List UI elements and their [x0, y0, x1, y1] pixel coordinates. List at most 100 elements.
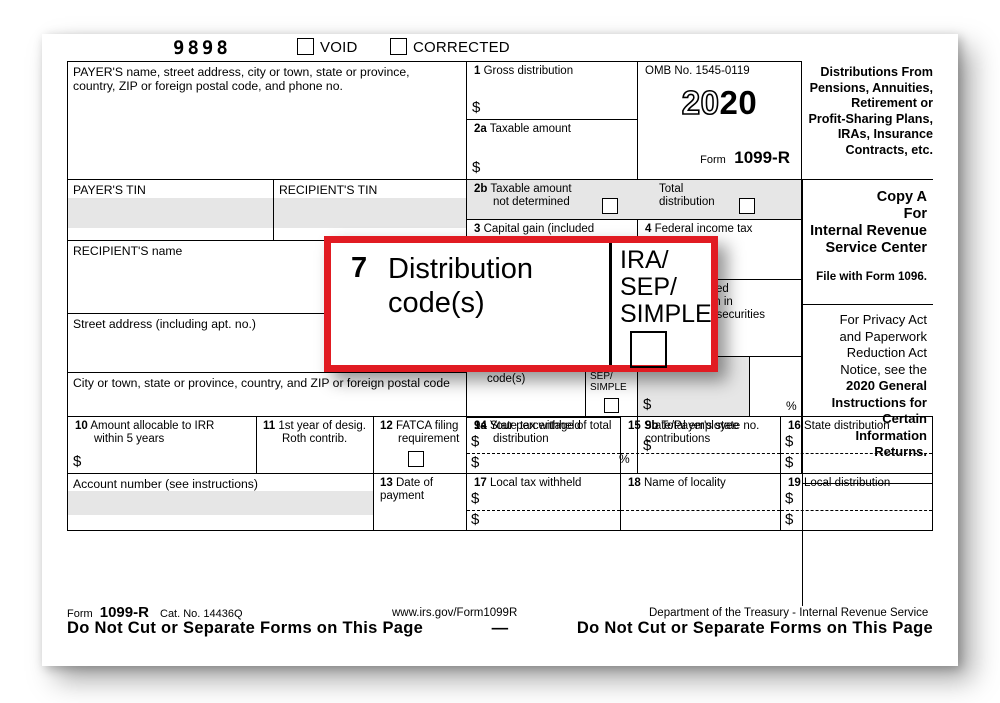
box-18-divider — [621, 510, 780, 511]
privacy-l3: Reduction Act — [846, 345, 927, 360]
taxable-not-determined-checkbox[interactable] — [602, 198, 618, 214]
file-with-1096: File with Form 1096. — [816, 270, 927, 283]
callout-ira-checkbox[interactable] — [630, 331, 667, 368]
payer-name-box[interactable]: PAYER'S name, street address, city or to… — [67, 61, 467, 180]
box-14-dollar-1: $ — [471, 433, 480, 450]
payer-tin-shade — [68, 198, 273, 228]
box-2b[interactable]: 2b Taxable amount not determined Total d… — [466, 179, 802, 220]
box-19-dollar-1: $ — [785, 490, 794, 507]
box-8-divider — [749, 357, 751, 416]
form-number-group: Form 1099-R — [700, 148, 790, 167]
ira-sep-simple-checkbox[interactable] — [604, 398, 619, 413]
corrected-label: CORRECTED — [413, 39, 510, 56]
box-1-dollar: $ — [472, 99, 481, 116]
recipient-tin-label: RECIPIENT'S TIN — [279, 183, 378, 197]
control-number: 9898 — [173, 37, 231, 59]
void-checkbox[interactable] — [297, 38, 314, 55]
box-16-dollar-1: $ — [785, 433, 794, 450]
box-16-dollar-2: $ — [785, 454, 794, 471]
form-title-block: Distributions From Pensions, Annuities, … — [802, 61, 933, 180]
callout-ira-label: IRA/ SEP/ SIMPLE — [620, 246, 712, 328]
right-column-tail — [802, 483, 933, 606]
box-10[interactable]: 10 Amount allocable to IRR within 5 year… — [67, 416, 257, 474]
tax-year: 2020 — [681, 83, 758, 122]
account-number-shade — [68, 491, 373, 515]
box-8-dollar: $ — [643, 396, 652, 413]
form-header-strip: 9898 VOID CORRECTED — [42, 34, 958, 61]
do-not-cut-line: Do Not Cut or Separate Forms on This Pag… — [67, 619, 933, 638]
omb-number: OMB No. 1545-0119 — [645, 65, 750, 77]
box-13[interactable]: 13 Date of payment — [373, 473, 467, 531]
privacy-b3: Certain — [882, 411, 927, 426]
privacy-b1: 2020 General — [846, 378, 927, 393]
recipient-tin-shade — [274, 198, 466, 228]
copy-a-irs1: Internal Revenue — [810, 223, 927, 239]
privacy-l4: Notice, see the — [840, 361, 927, 377]
total-distribution-label: Total distribution — [659, 183, 715, 208]
box-11-label: 11 1st year of desig. Roth contrib. — [263, 420, 366, 445]
account-number-label: Account number (see instructions) — [73, 477, 258, 491]
privacy-b5: Returns. — [874, 444, 927, 459]
payer-tin-box[interactable]: PAYER'S TIN — [67, 179, 274, 241]
payer-tin-label: PAYER'S TIN — [73, 183, 146, 197]
privacy-b2: Instructions for — [831, 394, 927, 410]
box-2b-label: 2b Taxable amount not determined — [474, 183, 572, 208]
box-17[interactable]: 17 Local tax withheld $ $ — [466, 473, 621, 531]
box-12-label: 12 FATCA filing requirement — [380, 420, 460, 445]
box-12[interactable]: 12 FATCA filing requirement — [373, 416, 467, 474]
copy-a-block: Copy A For Internal Revenue Service Cent… — [802, 179, 933, 305]
city-state-zip-box[interactable]: City or town, state or province, country… — [67, 372, 467, 417]
box-14-divider — [467, 453, 620, 454]
do-not-cut-left: Do Not Cut or Separate Forms on This Pag… — [67, 619, 424, 637]
callout-box-label: Distribution code(s) — [388, 253, 534, 319]
box-13-label: 13 Date of payment — [380, 477, 434, 502]
callout-box-number: 7 — [351, 252, 368, 284]
box-2a-dollar: $ — [472, 159, 481, 176]
box-15-divider — [621, 453, 780, 454]
box-19-dollar-2: $ — [785, 511, 794, 528]
city-state-zip-label: City or town, state or province, country… — [73, 376, 450, 390]
box-14-dollar-2: $ — [471, 454, 480, 471]
omb-year-box: OMB No. 1545-0119 2020 Form 1099-R — [637, 61, 802, 180]
box-15[interactable]: 15 State/Payer's state no. — [620, 416, 781, 474]
do-not-cut-right: Do Not Cut or Separate Forms on This Pag… — [576, 619, 933, 637]
form-title-lines: Distributions From Pensions, Annuities, … — [808, 65, 933, 157]
corrected-checkbox[interactable] — [390, 38, 407, 55]
box-1[interactable]: 1 Gross distribution $ — [466, 61, 638, 120]
box-17-label: 17 Local tax withheld — [474, 477, 582, 489]
copy-a-for: For — [903, 206, 927, 222]
privacy-l1: For Privacy Act — [839, 312, 927, 327]
box-1-label: 1 Gross distribution — [474, 65, 574, 77]
corrected-checkbox-group[interactable]: CORRECTED — [390, 38, 510, 56]
account-number-box[interactable]: Account number (see instructions) — [67, 473, 374, 531]
box-7-magnifier-callout: 7 Distribution code(s) IRA/ SEP/ SIMPLE — [324, 236, 718, 372]
footer-dept: Department of the Treasury - Internal Re… — [649, 607, 929, 619]
box-14-label: 14 State tax withheld — [474, 420, 581, 432]
footer-url[interactable]: www.irs.gov/Form1099R — [392, 607, 517, 619]
box-2a-label: 2a Taxable amount — [474, 123, 571, 135]
box-18[interactable]: 18 Name of locality — [620, 473, 781, 531]
box-11[interactable]: 11 1st year of desig. Roth contrib. — [256, 416, 374, 474]
box-2a[interactable]: 2a Taxable amount $ — [466, 119, 638, 180]
box-17-dollar-1: $ — [471, 490, 480, 507]
void-checkbox-group[interactable]: VOID — [297, 38, 357, 56]
callout-box-7-panel: 7 Distribution code(s) — [331, 243, 612, 365]
fatca-checkbox[interactable] — [408, 451, 424, 467]
box-15-label: 15 State/Payer's state no. — [628, 420, 760, 432]
do-not-cut-dash: — — [491, 619, 509, 637]
void-label: VOID — [320, 39, 358, 56]
copy-a-irs2: Service Center — [825, 240, 927, 256]
box-14[interactable]: 14 State tax withheld $ $ — [466, 416, 621, 474]
box-17-divider — [467, 510, 620, 511]
privacy-l2: and Paperwork — [839, 328, 927, 344]
box-10-label: 10 Amount allocable to IRR within 5 year… — [75, 420, 215, 445]
box-10-dollar: $ — [73, 453, 82, 470]
recipient-tin-box[interactable]: RECIPIENT'S TIN — [273, 179, 467, 241]
payer-name-label: PAYER'S name, street address, city or to… — [73, 65, 410, 93]
privacy-b4: Information — [855, 427, 928, 443]
callout-ira-panel: IRA/ SEP/ SIMPLE — [612, 243, 712, 368]
box-8-percent: % — [786, 399, 797, 413]
total-distribution-checkbox[interactable] — [739, 198, 755, 214]
box-18-label: 18 Name of locality — [628, 477, 726, 489]
privacy-block: For Privacy Act and Paperwork Reduction … — [802, 304, 933, 484]
